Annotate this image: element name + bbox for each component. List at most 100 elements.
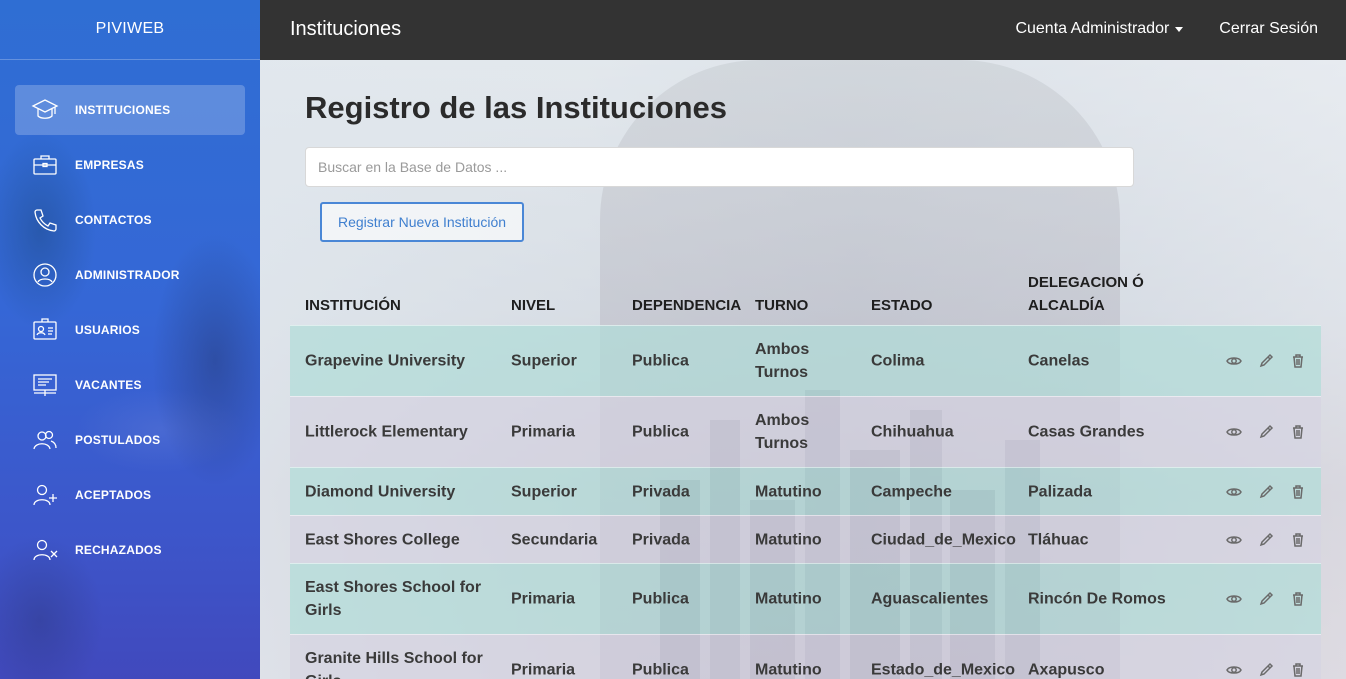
sidebar-item-label: RECHAZADOS	[75, 543, 162, 557]
cell-estado: Aguascalientes	[871, 590, 989, 608]
sidebar-item-empresas[interactable]: EMPRESAS	[15, 140, 245, 190]
sidebar-item-aceptados[interactable]: ACEPTADOS	[15, 470, 245, 520]
cell-dependencia: Publica	[632, 423, 689, 441]
eye-icon[interactable]	[1225, 661, 1243, 679]
cell-nivel: Primaria	[511, 590, 576, 608]
user-circle-icon	[30, 262, 60, 288]
cell-delegacion: Axapusco	[1028, 661, 1105, 679]
row-actions	[1225, 661, 1307, 679]
cell-institucion: Littlerock Elementary	[305, 423, 468, 441]
cell-dependencia: Privada	[632, 483, 690, 500]
sidebar-item-usuarios[interactable]: USUARIOS	[15, 305, 245, 355]
trash-icon[interactable]	[1289, 423, 1307, 441]
row-actions	[1225, 483, 1307, 501]
sidebar-item-label: INSTITUCIONES	[75, 103, 171, 117]
cell-institucion: East Shores College	[305, 531, 460, 548]
row-actions	[1225, 531, 1307, 549]
topbar: Instituciones Cuenta Administrador Cerra…	[260, 0, 1346, 60]
cell-estado: Colima	[871, 352, 925, 370]
users-icon	[30, 427, 60, 453]
table-row: East Shores College Secundaria Privada M…	[290, 515, 1321, 563]
column-header-nivel: NIVEL	[511, 297, 556, 314]
topbar-title: Instituciones	[290, 18, 402, 40]
table-row: Grapevine University Superior Publica Am…	[290, 325, 1321, 396]
trash-icon[interactable]	[1289, 661, 1307, 679]
sidebar-item-rechazados[interactable]: RECHAZADOS	[15, 525, 245, 575]
cell-institucion: East Shores School for Girls	[305, 579, 482, 619]
column-header-turno: TURNO	[755, 297, 809, 314]
cell-turno: Matutino	[755, 483, 822, 500]
cell-delegacion: Palizada	[1028, 483, 1093, 500]
cell-delegacion: Canelas	[1028, 352, 1090, 370]
caret-down-icon	[1175, 26, 1184, 32]
trash-icon[interactable]	[1289, 352, 1307, 370]
content: Registro de las Instituciones Registrar …	[260, 60, 1346, 679]
cell-nivel: Secundaria	[511, 531, 598, 548]
sidebar-item-label: USUARIOS	[75, 323, 140, 337]
phone-icon	[30, 207, 60, 233]
account-dropdown[interactable]: Cuenta Administrador	[1015, 20, 1184, 38]
pencil-icon[interactable]	[1257, 483, 1275, 501]
cell-estado: Ciudad_de_Mexico	[871, 531, 1016, 548]
pencil-icon[interactable]	[1257, 590, 1275, 608]
eye-icon[interactable]	[1225, 531, 1243, 549]
cell-nivel: Superior	[511, 352, 577, 370]
eye-icon[interactable]	[1225, 590, 1243, 608]
cell-nivel: Primaria	[511, 661, 576, 679]
sidebar: PIVIWEB INSTITUCIONES EMPRESAS CONTACTOS…	[0, 0, 260, 679]
sidebar-item-administrador[interactable]: ADMINISTRADOR	[15, 250, 245, 300]
cell-nivel: Primaria	[511, 423, 576, 441]
cell-delegacion: Rincón De Romos	[1028, 590, 1166, 608]
sidebar-item-label: VACANTES	[75, 378, 142, 392]
topbar-actions: Cuenta Administrador Cerrar Sesión	[1015, 0, 1318, 58]
cell-dependencia: Privada	[632, 531, 690, 548]
eye-icon[interactable]	[1225, 483, 1243, 501]
cell-dependencia: Publica	[632, 352, 689, 370]
eye-icon[interactable]	[1225, 352, 1243, 370]
trash-icon[interactable]	[1289, 531, 1307, 549]
cell-turno: Matutino	[755, 531, 822, 548]
cell-turno: Ambos Turnos	[755, 341, 810, 381]
cell-turno: Matutino	[755, 661, 822, 679]
pencil-icon[interactable]	[1257, 531, 1275, 549]
column-header-delegacion: DELEGACION Ó ALCALDÍA	[1028, 274, 1144, 314]
table-row: Littlerock Elementary Primaria Publica A…	[290, 396, 1321, 467]
logout-link[interactable]: Cerrar Sesión	[1219, 20, 1318, 38]
register-institution-button[interactable]: Registrar Nueva Institución	[320, 202, 524, 242]
user-x-icon	[30, 537, 60, 563]
trash-icon[interactable]	[1289, 590, 1307, 608]
table-row: East Shores School for Girls Primaria Pu…	[290, 563, 1321, 634]
cell-dependencia: Publica	[632, 661, 689, 679]
cell-estado: Chihuahua	[871, 423, 954, 441]
sidebar-item-instituciones[interactable]: INSTITUCIONES	[15, 85, 245, 135]
sidebar-item-contactos[interactable]: CONTACTOS	[15, 195, 245, 245]
pencil-icon[interactable]	[1257, 352, 1275, 370]
sidebar-item-postulados[interactable]: POSTULADOS	[15, 415, 245, 465]
cell-institucion: Diamond University	[305, 483, 456, 500]
cell-dependencia: Publica	[632, 590, 689, 608]
pencil-icon[interactable]	[1257, 423, 1275, 441]
sidebar-item-vacantes[interactable]: VACANTES	[15, 360, 245, 410]
cell-estado: Estado_de_Mexico	[871, 661, 1016, 679]
cell-turno: Ambos Turnos	[755, 412, 810, 452]
user-plus-icon	[30, 482, 60, 508]
sidebar-item-label: CONTACTOS	[75, 213, 152, 227]
brand-logo[interactable]: PIVIWEB	[0, 0, 260, 60]
search-input[interactable]	[305, 147, 1134, 187]
trash-icon[interactable]	[1289, 483, 1307, 501]
id-card-icon	[30, 317, 60, 343]
account-label: Cuenta Administrador	[1015, 20, 1170, 37]
column-header-dependencia: DEPENDENCIA	[632, 297, 742, 314]
table-row: Granite Hills School for Girls Primaria …	[290, 634, 1321, 679]
row-actions	[1225, 352, 1307, 370]
table-row: Diamond University Superior Privada Matu…	[290, 467, 1321, 515]
institutions-table: INSTITUCIÓN NIVEL DEPENDENCIA TURNO ESTA…	[290, 265, 1321, 679]
sidebar-item-label: ACEPTADOS	[75, 488, 152, 502]
cell-delegacion: Casas Grandes	[1028, 423, 1145, 441]
sidebar-nav: INSTITUCIONES EMPRESAS CONTACTOS ADMINIS…	[0, 85, 260, 575]
cell-turno: Matutino	[755, 590, 822, 608]
main-content: Registro de las Instituciones Registrar …	[260, 60, 1346, 679]
page-title: Registro de las Instituciones	[305, 90, 728, 125]
pencil-icon[interactable]	[1257, 661, 1275, 679]
eye-icon[interactable]	[1225, 423, 1243, 441]
